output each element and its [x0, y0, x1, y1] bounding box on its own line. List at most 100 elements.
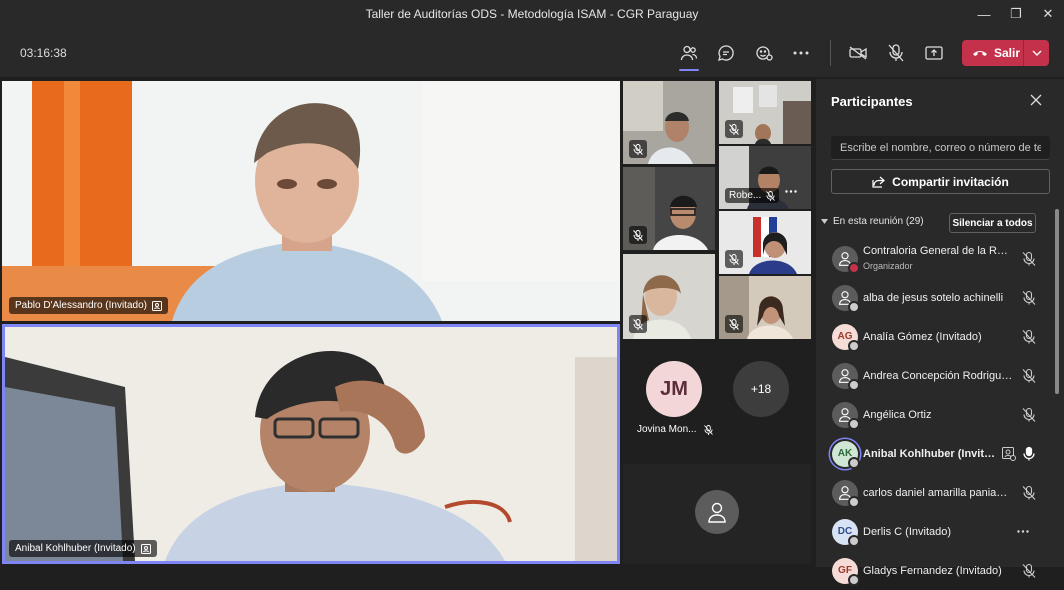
avatar	[832, 401, 860, 430]
participant-row[interactable]: AG Analía Gómez (Invitado)	[816, 317, 1056, 356]
mic-off-icon[interactable]	[1021, 407, 1037, 423]
participant-name: Anibal Kohlhuber (Invita...	[863, 447, 998, 460]
video-thumb-7[interactable]	[719, 276, 811, 339]
participants-icon[interactable]	[675, 39, 703, 71]
mic-off-icon[interactable]	[1021, 251, 1037, 267]
panel-scrollbar[interactable]	[1055, 209, 1059, 394]
mic-off-icon	[629, 226, 647, 244]
window-title: Taller de Auditorías ODS - Metodología I…	[365, 7, 699, 21]
mic-off-icon	[725, 250, 743, 268]
mic-off-icon[interactable]	[1021, 368, 1037, 384]
close-icon[interactable]	[1030, 93, 1046, 109]
mic-off-icon[interactable]	[1021, 290, 1037, 306]
avatar	[832, 245, 860, 274]
camera-off-icon[interactable]	[844, 39, 872, 67]
leave-button[interactable]: Salir	[962, 40, 1049, 66]
title-bar: Taller de Auditorías ODS - Metodología I…	[0, 0, 1064, 28]
mic-off-icon[interactable]	[1021, 563, 1037, 579]
avatar: GF	[832, 557, 860, 586]
share-icon	[872, 176, 886, 188]
video-feed-2	[5, 327, 617, 561]
more-options-icon[interactable]	[787, 39, 815, 67]
video-thumb-3[interactable]	[623, 254, 715, 339]
participant-role: Organizador	[863, 261, 913, 271]
reactions-icon[interactable]	[750, 39, 778, 67]
search-input[interactable]	[831, 136, 1050, 160]
avatar: DC	[832, 518, 860, 547]
window-controls: — ❐ ✕	[968, 0, 1064, 28]
thumb-name-tag: Robe...	[725, 188, 780, 203]
overflow-tile[interactable]: +18	[719, 341, 811, 451]
avatar-name-row: Jovina Mon...	[637, 424, 714, 435]
close-window-icon[interactable]: ✕	[1032, 0, 1064, 28]
participant-name: Gladys Fernandez (Invitado)	[863, 564, 1002, 577]
avatar: AG	[832, 323, 860, 352]
minimize-icon[interactable]: —	[968, 0, 1000, 28]
mic-off-icon	[704, 424, 714, 435]
section-header[interactable]: En esta reunión (29)	[821, 216, 924, 227]
video-stage: Pablo D'Alessandro (Invitado) Anibal Koh…	[0, 79, 815, 567]
leave-main[interactable]: Salir	[962, 40, 1024, 66]
mic-on-icon[interactable]	[1021, 446, 1037, 462]
guest-icon	[140, 543, 151, 554]
video-thumb-4[interactable]	[719, 81, 811, 144]
share-invite-label: Compartir invitación	[892, 174, 1009, 189]
participant-row[interactable]: Angélica Ortiz	[816, 395, 1056, 434]
video-tile-main-1[interactable]: Pablo D'Alessandro (Invitado)	[2, 81, 620, 321]
video-tile-main-2[interactable]: Anibal Kohlhuber (Invitado)	[2, 324, 620, 564]
participant-row[interactable]: Contraloria General de la Rep... Organiz…	[816, 239, 1056, 278]
guest-icon	[1002, 446, 1016, 461]
hangup-icon	[973, 51, 987, 56]
participant-row[interactable]: DC Derlis C (Invitado)	[816, 512, 1056, 551]
avatar: AK	[832, 440, 860, 469]
meeting-toolbar: 03:16:38 Salir	[0, 28, 1064, 78]
participant-row[interactable]: carlos daniel amarilla paniagua	[816, 473, 1056, 512]
participant-row[interactable]: Andrea Concepción Rodrigue...	[816, 356, 1056, 395]
more-options-icon[interactable]	[1017, 530, 1029, 533]
chat-icon[interactable]	[712, 39, 740, 67]
participant-row[interactable]: AK Anibal Kohlhuber (Invita...	[816, 434, 1056, 473]
thumb-more-icon[interactable]	[785, 180, 797, 198]
video-thumb-6[interactable]	[719, 211, 811, 274]
participants-panel: Participantes Compartir invitación En es…	[816, 79, 1064, 586]
participant-name: Analía Gómez (Invitado)	[863, 330, 982, 343]
avatar: JM	[646, 361, 702, 417]
video-feed-1	[2, 81, 620, 321]
mic-off-icon[interactable]	[882, 39, 910, 67]
share-screen-icon[interactable]	[920, 39, 948, 67]
mic-off-icon	[766, 190, 776, 201]
share-invite-button[interactable]: Compartir invitación	[831, 169, 1050, 194]
participant-row[interactable]: alba de jesus sotelo achinelli	[816, 278, 1056, 317]
restore-icon[interactable]: ❐	[1000, 0, 1032, 28]
mic-off-icon	[629, 315, 647, 333]
participant-name: Contraloria General de la Rep...	[863, 245, 1013, 257]
thumb-name: Robe...	[729, 190, 762, 201]
guest-icon	[151, 300, 162, 311]
participant-name: alba de jesus sotelo achinelli	[863, 291, 1004, 304]
participant-name: Andrea Concepción Rodrigue...	[863, 369, 1013, 382]
speaker-name-2: Anibal Kohlhuber (Invitado)	[15, 543, 136, 554]
participant-row[interactable]: GF Gladys Fernandez (Invitado)	[816, 551, 1056, 590]
participant-list: Contraloria General de la Rep... Organiz…	[816, 239, 1056, 590]
avatar-name: Jovina Mon...	[637, 424, 697, 435]
video-thumb-5[interactable]: Robe...	[719, 146, 811, 209]
toolbar-divider	[830, 40, 831, 66]
mic-off-icon	[629, 140, 647, 158]
meeting-timer: 03:16:38	[20, 46, 67, 60]
mic-off-icon[interactable]	[1021, 329, 1037, 345]
caret-down-icon	[821, 219, 828, 224]
panel-title: Participantes	[831, 94, 913, 109]
avatar	[832, 479, 860, 508]
person-icon	[695, 490, 739, 534]
avatar	[832, 284, 860, 313]
mute-all-button[interactable]: Silenciar a todos	[949, 213, 1036, 233]
self-avatar-tile[interactable]	[623, 464, 811, 564]
name-tag-2: Anibal Kohlhuber (Invitado)	[9, 540, 157, 557]
video-thumb-1[interactable]	[623, 81, 715, 164]
name-tag-1: Pablo D'Alessandro (Invitado)	[9, 297, 168, 314]
section-label: En esta reunión (29)	[833, 216, 924, 227]
chevron-down-icon[interactable]	[1024, 50, 1049, 56]
video-thumb-2[interactable]	[623, 167, 715, 250]
mic-off-icon[interactable]	[1021, 485, 1037, 501]
avatar-tile-jm[interactable]: JM Jovina Mon...	[623, 341, 715, 451]
